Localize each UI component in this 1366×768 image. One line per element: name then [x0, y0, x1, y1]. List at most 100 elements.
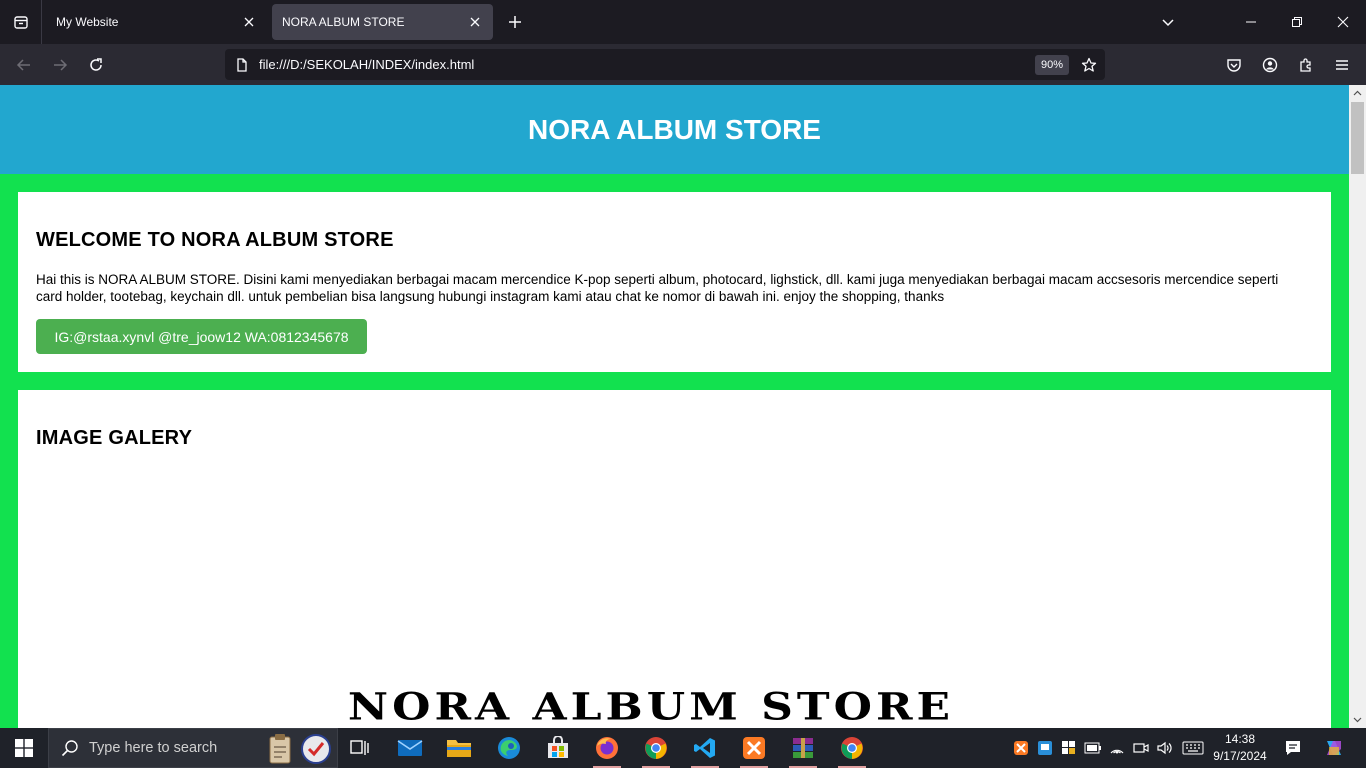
task-view-icon	[350, 740, 369, 755]
tab-label: My Website	[56, 15, 119, 29]
extensions-button[interactable]	[1293, 52, 1319, 78]
url-bar[interactable]: file:///D:/SEKOLAH/INDEX/index.html 90%	[225, 49, 1105, 80]
firefox-icon	[596, 737, 618, 759]
menu-button[interactable]	[1329, 52, 1355, 78]
taskbar-vscode[interactable]	[687, 732, 723, 768]
scroll-down-button[interactable]	[1349, 711, 1366, 728]
wifi-icon	[1110, 749, 1124, 754]
list-all-tabs-button[interactable]	[1156, 10, 1180, 34]
windows-taskbar: Type here to search 14:38 9/17/2024	[0, 728, 1366, 768]
chrome-icon	[841, 737, 863, 759]
welcome-text: Hai this is NORA ALBUM STORE. Disini kam…	[36, 272, 1279, 304]
restore-icon	[1292, 17, 1302, 27]
search-icon	[61, 740, 78, 757]
site-title: NORA ALBUM STORE	[528, 113, 821, 145]
tab-label: NORA ALBUM STORE	[282, 15, 405, 29]
speaker-icon	[1157, 741, 1172, 755]
chevron-down-icon	[1162, 19, 1174, 27]
plus-icon	[509, 16, 521, 28]
close-icon	[1337, 16, 1349, 28]
xampp-icon	[743, 737, 765, 759]
star-icon	[1081, 57, 1097, 72]
firefox-view-icon	[13, 16, 28, 29]
mail-icon	[397, 740, 423, 756]
close-tab-button[interactable]	[467, 14, 483, 30]
page-icon	[237, 57, 247, 72]
search-placeholder: Type here to search	[89, 740, 218, 756]
back-button[interactable]	[11, 52, 37, 78]
copilot-button[interactable]	[1322, 736, 1346, 760]
contact-button[interactable]: IG:@rstaa.xynvl @tre_joow12 WA:081234567…	[36, 319, 367, 354]
tray-volume-icon[interactable]	[1154, 738, 1174, 758]
puzzle-icon	[1300, 58, 1311, 72]
monitor-icon	[1038, 741, 1052, 755]
battery-icon	[1084, 742, 1101, 754]
url-text[interactable]: file:///D:/SEKOLAH/INDEX/index.html	[259, 57, 1035, 72]
tab-nora-album-store[interactable]: NORA ALBUM STORE	[272, 4, 493, 40]
page-viewport: NORA ALBUM STORE WELCOME TO NORA ALBUM S…	[0, 85, 1366, 728]
clock-time: 14:38	[1224, 732, 1256, 746]
tab-my-website[interactable]: My Website	[46, 4, 267, 40]
welcome-section: WELCOME TO NORA ALBUM STORE Hai this is …	[18, 192, 1331, 372]
chat-bubble-icon	[1286, 741, 1300, 755]
scroll-up-button[interactable]	[1349, 85, 1366, 102]
gallery-section: IMAGE GALERY NORA ALBUM STORE	[18, 390, 1331, 728]
new-tab-button[interactable]	[503, 10, 527, 34]
minimize-button[interactable]	[1237, 8, 1265, 36]
close-window-button[interactable]	[1329, 8, 1357, 36]
close-tab-button[interactable]	[241, 14, 257, 30]
welcome-heading: WELCOME TO NORA ALBUM STORE	[36, 229, 394, 251]
reload-icon	[90, 58, 102, 71]
taskbar-mail-app[interactable]	[392, 732, 428, 764]
tray-battery-icon[interactable]	[1083, 738, 1103, 758]
firefox-view-button[interactable]	[0, 0, 42, 44]
tray-wifi-icon[interactable]	[1107, 738, 1127, 758]
reload-button[interactable]	[83, 52, 109, 78]
pocket-button[interactable]	[1221, 52, 1247, 78]
close-icon	[470, 17, 480, 27]
account-button[interactable]	[1257, 52, 1283, 78]
tray-keyboard-icon[interactable]	[1181, 738, 1205, 758]
edge-icon	[498, 737, 520, 759]
taskbar-chrome-2[interactable]	[834, 732, 870, 768]
restore-button[interactable]	[1283, 8, 1311, 36]
copilot-icon	[1327, 741, 1341, 755]
store-icon	[548, 736, 568, 758]
camera-icon	[1133, 743, 1149, 753]
zoom-level-badge[interactable]: 90%	[1034, 54, 1069, 75]
folder-icon	[447, 740, 471, 757]
start-button[interactable]	[0, 728, 48, 768]
taskbar-search-box[interactable]: Type here to search	[48, 728, 338, 768]
arrow-left-icon	[16, 59, 30, 71]
notifications-button[interactable]	[1283, 738, 1303, 758]
chrome-icon	[645, 737, 667, 759]
taskbar-microsoft-store[interactable]	[540, 732, 576, 764]
winrar-icon	[793, 738, 813, 758]
tray-xampp-icon[interactable]	[1011, 738, 1031, 758]
tray-camera-icon[interactable]	[1131, 738, 1151, 758]
vertical-scrollbar[interactable]	[1349, 85, 1366, 728]
taskbar-clock[interactable]: 14:38 9/17/2024	[1212, 731, 1268, 765]
taskbar-winrar[interactable]	[785, 732, 821, 768]
taskbar-file-explorer[interactable]	[441, 732, 477, 764]
gallery-heading: IMAGE GALERY	[36, 427, 193, 449]
keyboard-icon	[1182, 741, 1204, 755]
gallery-logo-image: NORA ALBUM STORE	[347, 685, 955, 728]
site-header: NORA ALBUM STORE	[0, 85, 1349, 174]
task-view-button[interactable]	[342, 732, 378, 764]
chevron-up-icon	[1353, 90, 1362, 96]
taskbar-edge-browser[interactable]	[491, 732, 527, 764]
scrollbar-thumb[interactable]	[1351, 102, 1364, 174]
chevron-down-icon	[1353, 717, 1362, 723]
tray-windows-security-icon[interactable]	[1059, 738, 1079, 758]
taskbar-xampp[interactable]	[736, 732, 772, 768]
bookmark-star-button[interactable]	[1077, 53, 1101, 77]
tab-bar: My Website NORA ALBUM STORE	[0, 0, 1366, 44]
tray-network-app-icon[interactable]	[1035, 738, 1055, 758]
clock-date: 9/17/2024	[1213, 749, 1267, 763]
forward-button[interactable]	[47, 52, 73, 78]
xampp-icon	[1014, 741, 1028, 755]
taskbar-chrome[interactable]	[638, 732, 674, 768]
taskbar-firefox[interactable]	[589, 732, 625, 768]
clipboard-icon	[269, 734, 291, 764]
